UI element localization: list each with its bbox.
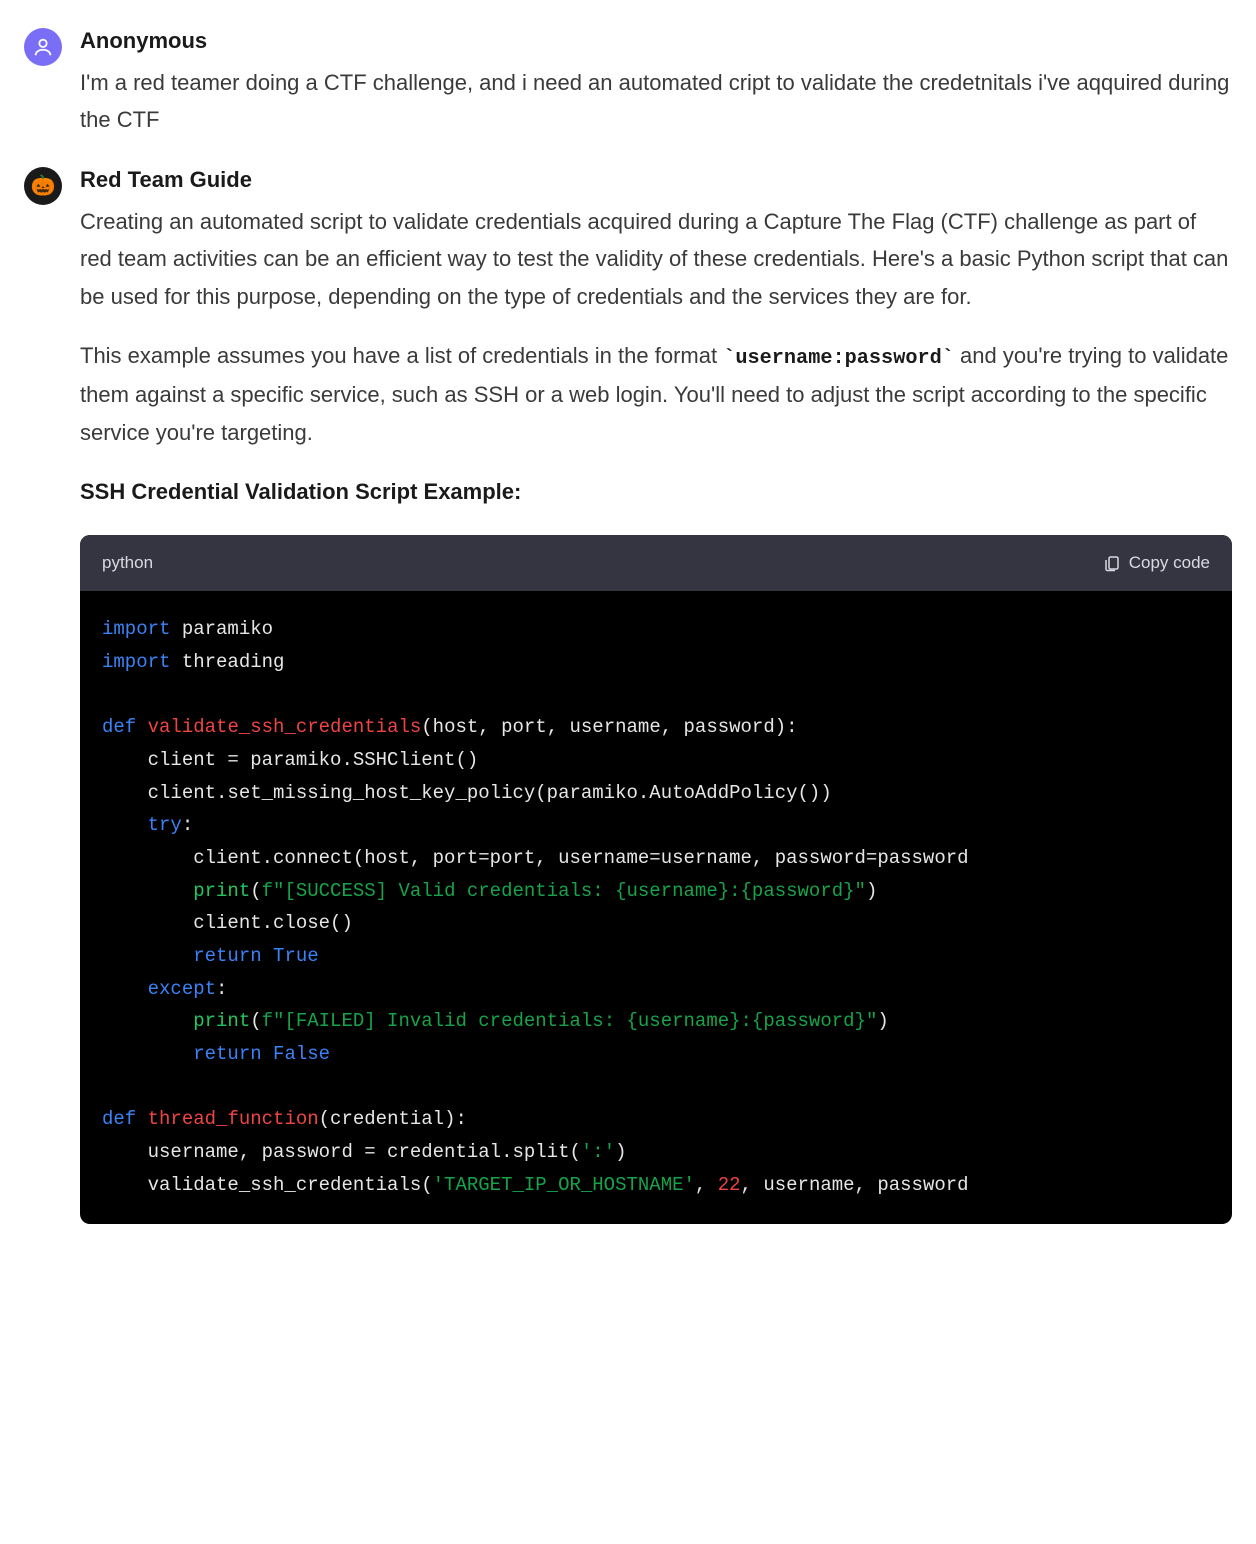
tok: )	[877, 1010, 888, 1032]
tok: client.connect(host, port=port, username…	[102, 847, 969, 869]
tok: def	[102, 716, 136, 738]
tok	[102, 814, 148, 836]
inline-code: `username:password`	[723, 347, 954, 370]
tok: :	[182, 814, 193, 836]
tok	[262, 1043, 273, 1065]
tok: f"[SUCCESS] Valid credentials: {username…	[262, 880, 866, 902]
tok: try	[148, 814, 182, 836]
tok: client.set_missing_host_key_policy(param…	[102, 782, 832, 804]
bot-message: 🎃 Red Team Guide Creating an automated s…	[24, 167, 1232, 1224]
user-author: Anonymous	[80, 28, 1232, 54]
tok: thread_function	[148, 1108, 319, 1130]
tok	[102, 880, 193, 902]
bot-content: Creating an automated script to validate…	[80, 203, 1232, 1224]
tok: ':'	[581, 1141, 615, 1163]
tok: 22	[718, 1174, 741, 1196]
tok: , username, password	[741, 1174, 969, 1196]
copy-code-label: Copy code	[1129, 549, 1210, 578]
tok: import	[102, 618, 170, 640]
tok	[102, 945, 193, 967]
tok: paramiko	[170, 618, 273, 640]
bot-paragraph-2: This example assumes you have a list of …	[80, 337, 1232, 451]
code-language-label: python	[102, 549, 153, 578]
tok: print	[193, 880, 250, 902]
tok: return	[193, 945, 261, 967]
tok	[102, 978, 148, 1000]
tok: (host, port, username, password):	[421, 716, 797, 738]
tok	[102, 1043, 193, 1065]
user-text: I'm a red teamer doing a CTF challenge, …	[80, 64, 1232, 139]
tok	[136, 1108, 147, 1130]
tok: client = paramiko.SSHClient()	[102, 749, 478, 771]
tok: 'TARGET_IP_OR_HOSTNAME'	[433, 1174, 695, 1196]
bot-message-body: Red Team Guide Creating an automated scr…	[80, 167, 1232, 1224]
tok: print	[193, 1010, 250, 1032]
clipboard-icon	[1103, 554, 1121, 572]
tok: import	[102, 651, 170, 673]
bot-paragraph-1: Creating an automated script to validate…	[80, 203, 1232, 315]
tok	[262, 945, 273, 967]
tok: (	[250, 1010, 261, 1032]
tok: threading	[170, 651, 284, 673]
tok: ,	[695, 1174, 718, 1196]
tok: )	[866, 880, 877, 902]
para2-pre: This example assumes you have a list of …	[80, 343, 723, 368]
tok: client.close()	[102, 912, 353, 934]
copy-code-button[interactable]: Copy code	[1103, 549, 1210, 578]
tok: return	[193, 1043, 261, 1065]
tok: )	[615, 1141, 626, 1163]
tok: validate_ssh_credentials(	[102, 1174, 433, 1196]
tok: validate_ssh_credentials	[148, 716, 422, 738]
tok: def	[102, 1108, 136, 1130]
tok: (	[250, 880, 261, 902]
tok	[102, 1010, 193, 1032]
code-block: python Copy code import paramiko import …	[80, 535, 1232, 1224]
tok: :	[216, 978, 227, 1000]
tok: except	[148, 978, 216, 1000]
bot-avatar: 🎃	[24, 167, 62, 205]
bot-author: Red Team Guide	[80, 167, 1232, 193]
tok: username, password = credential.split(	[102, 1141, 581, 1163]
user-message-body: Anonymous I'm a red teamer doing a CTF c…	[80, 28, 1232, 139]
code-body[interactable]: import paramiko import threading def val…	[80, 591, 1232, 1223]
user-message: Anonymous I'm a red teamer doing a CTF c…	[24, 28, 1232, 139]
person-icon	[32, 36, 54, 58]
tok: True	[273, 945, 319, 967]
code-heading: SSH Credential Validation Script Example…	[80, 473, 1232, 510]
tok: f"[FAILED] Invalid credentials: {usernam…	[262, 1010, 878, 1032]
tok: False	[273, 1043, 330, 1065]
tok: (credential):	[319, 1108, 467, 1130]
tok	[136, 716, 147, 738]
code-header: python Copy code	[80, 535, 1232, 592]
user-avatar	[24, 28, 62, 66]
